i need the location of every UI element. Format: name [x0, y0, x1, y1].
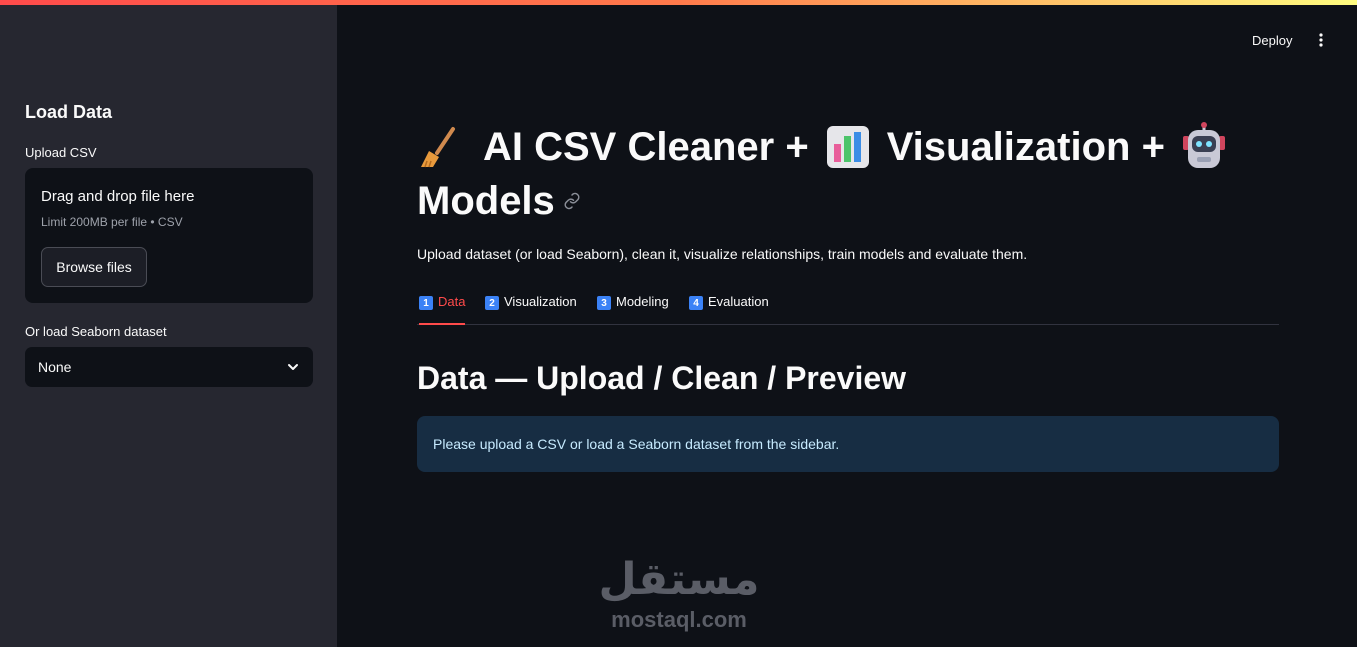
title-part-3: Models: [417, 179, 555, 223]
bar-chart-icon: [826, 126, 869, 168]
dropzone-title: Drag and drop file here: [41, 188, 195, 205]
file-dropzone[interactable]: Drag and drop file here Limit 200MB per …: [25, 168, 313, 303]
watermark-logo: مستقل mostaql.com: [594, 555, 764, 635]
browse-files-button[interactable]: Browse files: [41, 247, 147, 287]
sidebar-title: Load Data: [25, 102, 113, 122]
seaborn-dataset-select[interactable]: None: [25, 347, 313, 387]
number-1-icon: 1: [419, 296, 433, 310]
watermark-latin: mostaql.com: [611, 607, 747, 632]
kebab-icon[interactable]: [1313, 32, 1329, 48]
robot-icon: [1182, 122, 1225, 168]
page-title: AI CSV Cleaner + Visualization + Models: [417, 120, 1287, 228]
seaborn-dataset-label: Or load Seaborn dataset: [25, 324, 167, 339]
tab-bar: 1 Data 2 Visualization 3 Modeling 4 Eval…: [417, 292, 1279, 325]
tab-visualization[interactable]: 2 Visualization: [485, 294, 577, 325]
tab-evaluation[interactable]: 4 Evaluation: [689, 294, 769, 325]
info-message: Please upload a CSV or load a Seaborn da…: [433, 436, 840, 452]
top-decoration-bar: [0, 0, 1357, 5]
number-4-icon: 4: [689, 296, 703, 310]
tab-label: Data: [438, 294, 466, 309]
broom-icon: [421, 127, 455, 168]
section-title: Data — Upload / Clean / Preview: [417, 360, 907, 396]
watermark-arabic: مستقل: [598, 555, 760, 604]
sidebar: Load Data Upload CSV Drag and drop file …: [0, 0, 337, 647]
title-part-1: AI CSV Cleaner +: [483, 125, 809, 169]
chevron-down-icon: [288, 364, 298, 370]
link-icon[interactable]: [563, 192, 581, 210]
tab-data[interactable]: 1 Data: [419, 294, 466, 325]
info-alert: Please upload a CSV or load a Seaborn da…: [417, 416, 1279, 472]
tab-label: Evaluation: [708, 294, 769, 309]
tab-label: Visualization: [504, 294, 577, 309]
deploy-button[interactable]: Deploy: [1244, 31, 1300, 50]
number-3-icon: 3: [597, 296, 611, 310]
tab-label: Modeling: [616, 294, 669, 309]
seaborn-select-value: None: [38, 359, 72, 375]
page-subtitle: Upload dataset (or load Seaborn), clean …: [417, 246, 1028, 262]
tab-modeling[interactable]: 3 Modeling: [597, 294, 669, 325]
title-part-2: Visualization +: [886, 125, 1165, 169]
number-2-icon: 2: [485, 296, 499, 310]
upload-csv-label: Upload CSV: [25, 145, 97, 160]
dropzone-limit: Limit 200MB per file • CSV: [41, 215, 183, 229]
